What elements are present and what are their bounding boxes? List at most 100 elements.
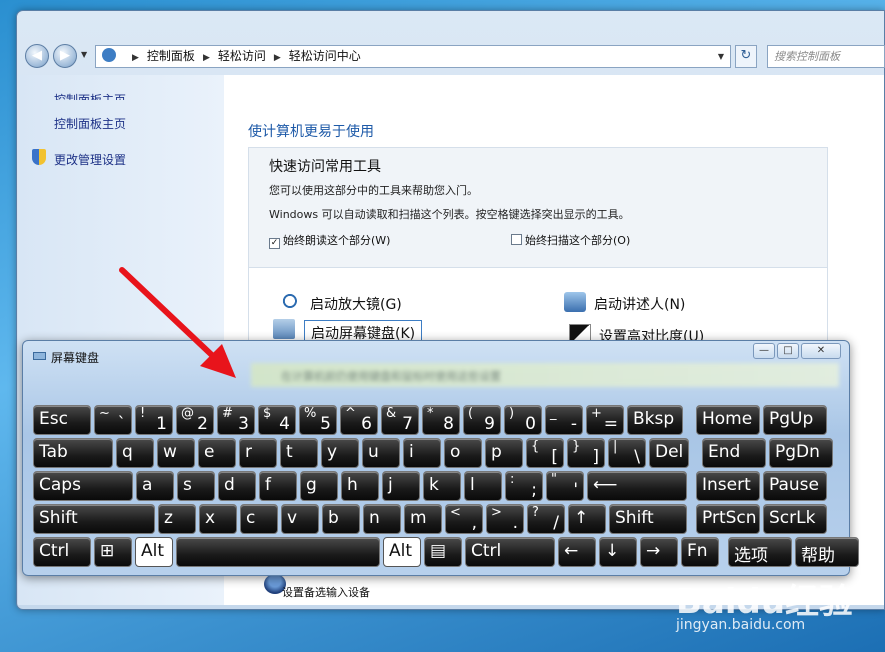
key-row5-11[interactable]: 选项 [728, 537, 792, 567]
key-row1-6[interactable]: % 5 [299, 405, 337, 435]
key-row1-12[interactable]: _ - [545, 405, 583, 435]
key-row1-3[interactable]: @2 [176, 405, 214, 435]
key-row5-12[interactable]: 帮助 [795, 537, 859, 567]
back-button[interactable]: ◀ [25, 44, 49, 68]
key-row5-6[interactable]: Ctrl [465, 537, 555, 567]
key-row2-8[interactable]: i [403, 438, 441, 468]
refresh-button[interactable]: ↻ [735, 45, 757, 68]
key-row4-3[interactable]: c [240, 504, 278, 534]
key-row1-1[interactable]: ~ ` [94, 405, 132, 435]
start-narrator-link[interactable]: 启动讲述人(N) [564, 292, 685, 314]
key-row5-5[interactable]: ▤ [424, 537, 462, 567]
sidebar-item-home-partial[interactable]: 控制面板主页 [54, 91, 126, 100]
key-row2-9[interactable]: o [444, 438, 482, 468]
key-row4-12[interactable]: Shift [609, 504, 687, 534]
key-row4-10[interactable]: ? / [527, 504, 565, 534]
key-row2-12[interactable]: }] [567, 438, 605, 468]
key-row4-0[interactable]: Shift [33, 504, 155, 534]
key-row4-6[interactable]: n [363, 504, 401, 534]
key-shift-label: ! [140, 406, 146, 421]
key-row3-13[interactable]: Insert [696, 471, 760, 501]
key-row2-3[interactable]: e [198, 438, 236, 468]
key-row3-12[interactable]: ⟵ [587, 471, 687, 501]
key-row3-11[interactable]: " ' [546, 471, 584, 501]
key-row4-9[interactable]: >. [486, 504, 524, 534]
minimize-button[interactable]: — [753, 343, 775, 359]
key-row5-7[interactable]: ← [558, 537, 596, 567]
breadcrumb-control-panel[interactable]: 控制面板 [147, 49, 195, 63]
key-row4-8[interactable]: <, [445, 504, 483, 534]
key-row5-9[interactable]: → [640, 537, 678, 567]
key-row5-3[interactable] [176, 537, 380, 567]
address-bar[interactable]: ▶ 控制面板 ▶ 轻松访问 ▶ 轻松访问中心 ▼ [95, 45, 731, 68]
address-dropdown-icon[interactable]: ▼ [718, 46, 724, 67]
key-row4-1[interactable]: z [158, 504, 196, 534]
key-row3-9[interactable]: l [464, 471, 502, 501]
breadcrumb-ease-of-access[interactable]: 轻松访问 [218, 49, 266, 63]
key-row5-0[interactable]: Ctrl [33, 537, 91, 567]
maximize-button[interactable]: □ [777, 343, 799, 359]
key-row4-5[interactable]: b [322, 504, 360, 534]
forward-button[interactable]: ▶ [53, 44, 77, 68]
breadcrumb-ease-of-access-center[interactable]: 轻松访问中心 [289, 49, 361, 63]
key-row3-5[interactable]: g [300, 471, 338, 501]
sidebar-item-admin-settings[interactable]: 更改管理设置 [54, 151, 126, 168]
alternative-input-link[interactable]: 设置备选输入设备 [282, 584, 370, 600]
key-base-label: 0 [525, 414, 536, 434]
key-row2-6[interactable]: y [321, 438, 359, 468]
key-row3-2[interactable]: s [177, 471, 215, 501]
key-row2-7[interactable]: u [362, 438, 400, 468]
key-row3-7[interactable]: j [382, 471, 420, 501]
always-read-checkbox[interactable]: ✓ 始终朗读这个部分(W) [269, 232, 390, 249]
key-row1-9[interactable]: * 8 [422, 405, 460, 435]
key-row2-4[interactable]: r [239, 438, 277, 468]
key-row1-5[interactable]: $4 [258, 405, 296, 435]
close-button[interactable]: ✕ [801, 343, 841, 359]
key-row2-15[interactable]: End [702, 438, 766, 468]
key-row3-4[interactable]: f [259, 471, 297, 501]
key-row1-15[interactable]: Home [696, 405, 760, 435]
key-row5-2[interactable]: Alt [135, 537, 173, 567]
key-row1-14[interactable]: Bksp [627, 405, 683, 435]
key-row1-16[interactable]: PgUp [763, 405, 827, 435]
key-row3-0[interactable]: Caps [33, 471, 133, 501]
key-row2-13[interactable]: | \ [608, 438, 646, 468]
key-row2-11[interactable]: {[ [526, 438, 564, 468]
key-row1-2[interactable]: ! 1 [135, 405, 173, 435]
key-row3-14[interactable]: Pause [763, 471, 827, 501]
key-row4-13[interactable]: PrtScn [696, 504, 760, 534]
key-row5-4[interactable]: Alt [383, 537, 421, 567]
key-row3-1[interactable]: a [136, 471, 174, 501]
recent-pages-dropdown[interactable]: ▼ [81, 50, 87, 59]
key-row4-11[interactable]: ↑ [568, 504, 606, 534]
key-row3-8[interactable]: k [423, 471, 461, 501]
key-row2-10[interactable]: p [485, 438, 523, 468]
key-row2-14[interactable]: Del [649, 438, 689, 468]
key-row5-1[interactable]: ⊞ [94, 537, 132, 567]
search-input[interactable]: 搜索控制面板 [767, 45, 885, 68]
key-row4-14[interactable]: ScrLk [763, 504, 827, 534]
key-row1-8[interactable]: & 7 [381, 405, 419, 435]
key-row2-2[interactable]: w [157, 438, 195, 468]
key-row2-5[interactable]: t [280, 438, 318, 468]
key-row1-7[interactable]: ^ 6 [340, 405, 378, 435]
key-row1-0[interactable]: Esc [33, 405, 91, 435]
key-row5-8[interactable]: ↓ [599, 537, 637, 567]
key-row2-16[interactable]: PgDn [769, 438, 833, 468]
key-row3-6[interactable]: h [341, 471, 379, 501]
key-row4-2[interactable]: x [199, 504, 237, 534]
sidebar-item-home[interactable]: 控制面板主页 [54, 115, 126, 132]
key-row2-0[interactable]: Tab [33, 438, 113, 468]
key-row1-4[interactable]: #3 [217, 405, 255, 435]
always-scan-checkbox[interactable]: 始终扫描这个部分(O) [511, 232, 630, 248]
key-row5-10[interactable]: Fn [681, 537, 719, 567]
key-row4-7[interactable]: m [404, 504, 442, 534]
key-row3-3[interactable]: d [218, 471, 256, 501]
key-row1-13[interactable]: + = [586, 405, 624, 435]
key-row1-11[interactable]: ) 0 [504, 405, 542, 435]
key-row1-10[interactable]: (9 [463, 405, 501, 435]
start-magnifier-link[interactable]: 启动放大镜(G) [280, 292, 402, 314]
key-row3-10[interactable]: :; [505, 471, 543, 501]
key-row2-1[interactable]: q [116, 438, 154, 468]
key-row4-4[interactable]: v [281, 504, 319, 534]
